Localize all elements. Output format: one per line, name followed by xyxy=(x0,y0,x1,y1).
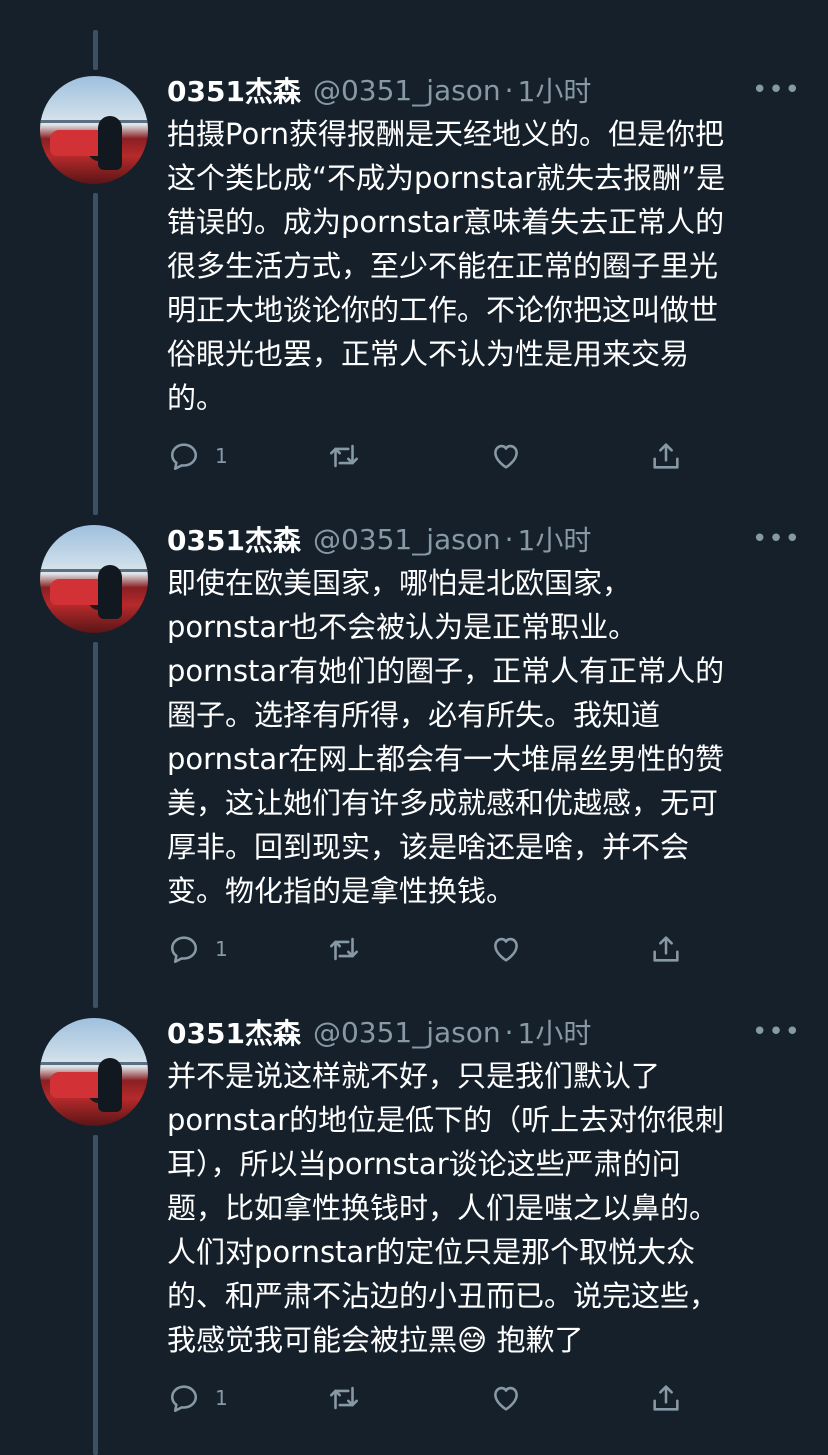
action-bar: 1 xyxy=(167,1378,707,1418)
more-icon[interactable]: ••• xyxy=(752,517,801,561)
reply-count: 1 xyxy=(215,937,228,961)
share-icon xyxy=(653,1385,679,1411)
tweet-header: 0351杰森 @0351_jason · 1小时 xyxy=(167,68,591,112)
tweet[interactable]: 0351杰森 @0351_jason · 1小时 ••• 拍摄Porn获得报酬是… xyxy=(0,68,828,488)
separator: · xyxy=(504,73,514,107)
reply-icon xyxy=(170,443,198,471)
display-name[interactable]: 0351杰森 xyxy=(167,70,301,110)
retweet-button[interactable] xyxy=(327,929,361,969)
retweet-icon xyxy=(329,937,359,961)
avatar[interactable] xyxy=(40,76,148,184)
reply-count: 1 xyxy=(215,444,228,468)
timestamp[interactable]: 1小时 xyxy=(518,1012,592,1052)
username[interactable]: @0351_jason xyxy=(313,74,501,107)
reply-button[interactable]: 1 xyxy=(167,436,228,476)
tweet-text: 即使在欧美国家，哪怕是北欧国家， pornstar也不会被认为是正常职业。 po… xyxy=(167,566,725,908)
tweet-text: 并不是说这样就不好，只是我们默认了 pornstar的地位是低下的（听上去对你很… xyxy=(167,1059,725,1357)
like-button[interactable] xyxy=(489,929,523,969)
reply-icon xyxy=(170,936,198,964)
username[interactable]: @0351_jason xyxy=(313,523,501,556)
tweet[interactable]: 0351杰森 @0351_jason · 1小时 ••• 并不是说这样就不好，只… xyxy=(0,1010,828,1430)
retweet-icon xyxy=(329,444,359,468)
tweet[interactable]: 0351杰森 @0351_jason · 1小时 ••• 即使在欧美国家，哪怕是… xyxy=(0,517,828,987)
username[interactable]: @0351_jason xyxy=(313,1016,501,1049)
share-icon xyxy=(653,936,679,962)
retweet-icon xyxy=(329,1386,359,1410)
tweet-text: 拍摄Porn获得报酬是天经地义的。但是你把 这个类比成“不成为pornstar就… xyxy=(167,117,726,415)
retweet-button[interactable] xyxy=(327,436,361,476)
share-button[interactable] xyxy=(649,436,683,476)
avatar[interactable] xyxy=(40,1018,148,1126)
reply-button[interactable]: 1 xyxy=(167,929,228,969)
like-button[interactable] xyxy=(489,1378,523,1418)
share-button[interactable] xyxy=(649,929,683,969)
like-button[interactable] xyxy=(489,436,523,476)
more-icon[interactable]: ••• xyxy=(752,68,801,112)
reply-count: 1 xyxy=(215,1386,228,1410)
action-bar: 1 xyxy=(167,436,707,476)
thread-connector-top xyxy=(93,30,98,70)
share-button[interactable] xyxy=(649,1378,683,1418)
tweet-header: 0351杰森 @0351_jason · 1小时 xyxy=(167,1010,591,1054)
like-icon xyxy=(494,937,518,962)
separator: · xyxy=(504,1015,514,1049)
separator: · xyxy=(504,522,514,556)
timestamp[interactable]: 1小时 xyxy=(518,519,592,559)
timestamp[interactable]: 1小时 xyxy=(518,70,592,110)
like-icon xyxy=(494,444,518,469)
retweet-button[interactable] xyxy=(327,1378,361,1418)
more-icon[interactable]: ••• xyxy=(752,1010,801,1054)
reply-button[interactable]: 1 xyxy=(167,1378,228,1418)
tweet-header: 0351杰森 @0351_jason · 1小时 xyxy=(167,517,591,561)
like-icon xyxy=(494,1386,518,1411)
display-name[interactable]: 0351杰森 xyxy=(167,519,301,559)
display-name[interactable]: 0351杰森 xyxy=(167,1012,301,1052)
reply-icon xyxy=(170,1385,198,1413)
action-bar: 1 xyxy=(167,929,707,969)
avatar[interactable] xyxy=(40,525,148,633)
share-icon xyxy=(653,443,679,469)
